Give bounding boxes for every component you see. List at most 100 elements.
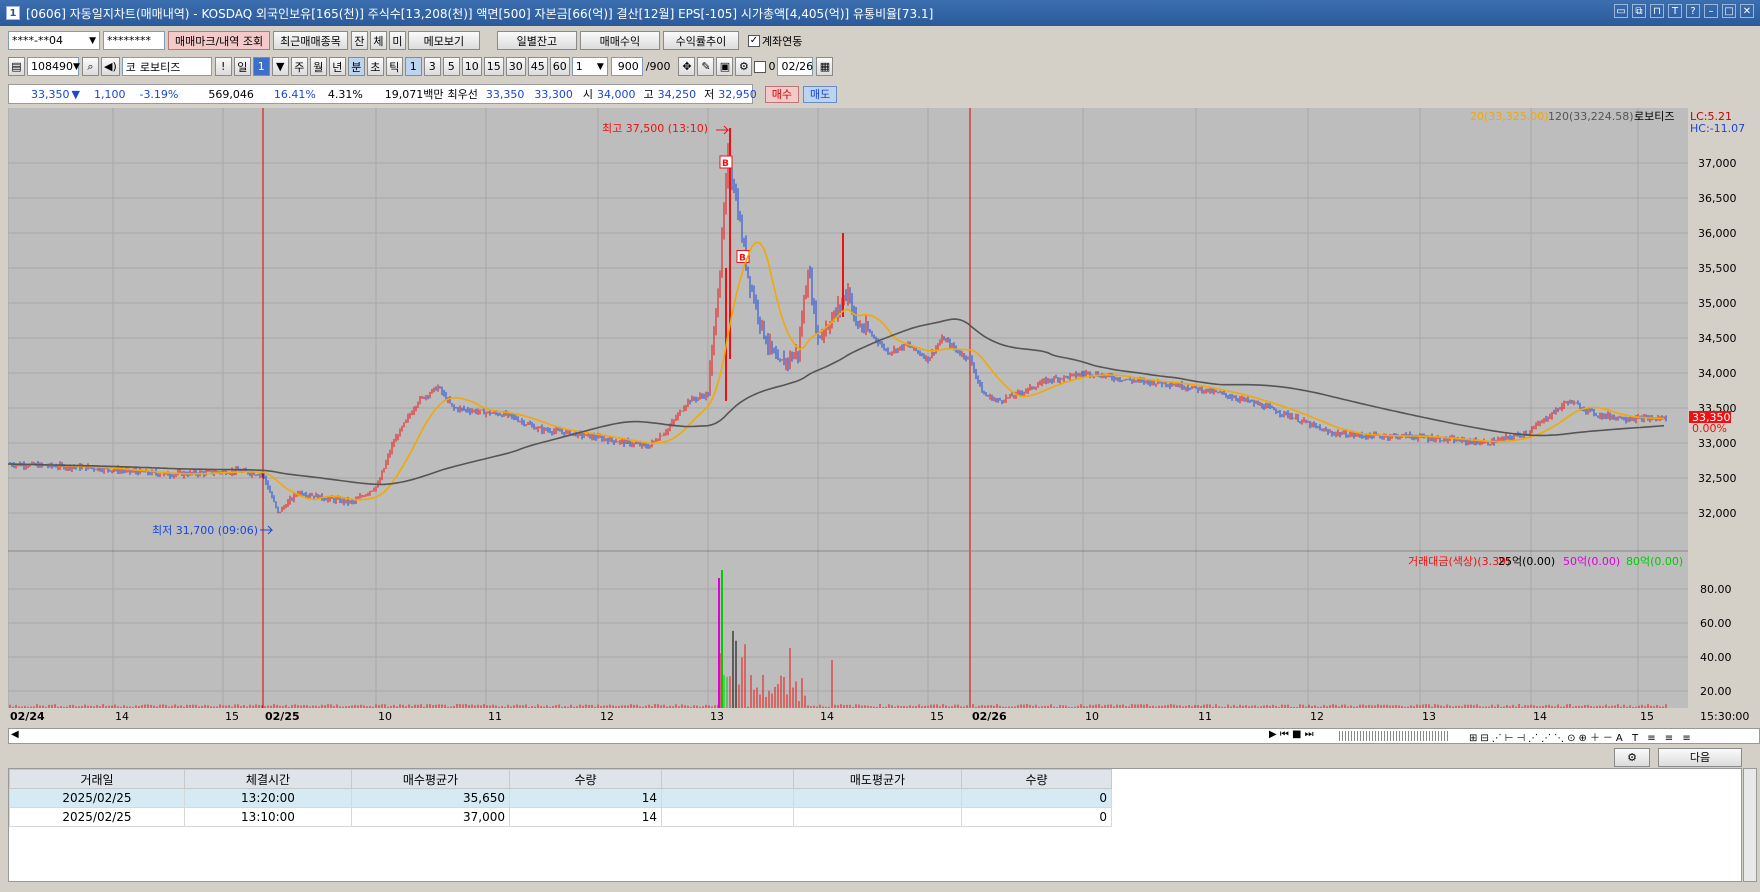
table-scrollbar[interactable] (1743, 768, 1757, 882)
table-header[interactable] (661, 769, 794, 789)
table-header[interactable]: 체결시간 (184, 769, 352, 789)
minute-10-button[interactable]: 10 (461, 57, 482, 76)
profit-rate-button[interactable]: 수익률추이 (662, 31, 739, 50)
crosshair-icon[interactable]: ✥ (678, 57, 696, 76)
gear-icon[interactable]: ⚙ (735, 57, 753, 76)
table-cell (661, 788, 794, 808)
rate2: 4.31% (327, 87, 363, 101)
draw-icon[interactable]: ✎ (697, 57, 715, 76)
turnover-rate: 16.41% (273, 87, 316, 101)
best-bid: 33,300 (534, 87, 573, 101)
minute-15-button[interactable]: 15 (483, 57, 504, 76)
change-rate: -3.19% (139, 87, 179, 101)
open-label: 시 (582, 88, 594, 101)
minute-30-button[interactable]: 30 (505, 57, 526, 76)
toolbar-chart: ▤ 108490 ▼ ⌕ ◀) 코 로보티즈 ! 일 1 ▼ 주 월 년 분 초 틱… (0, 57, 1760, 76)
chart-area[interactable]: BB 37,000 36,500 36,000 35,500 35,000 34,500 3… (7, 108, 1760, 725)
table-cell: 13:10:00 (184, 807, 352, 827)
period-second-button[interactable]: 초 (366, 57, 384, 76)
bar-count-total: /900 (645, 60, 671, 73)
current-price: 33,350 (31, 87, 70, 101)
price-tick: 33,000 (1698, 437, 1737, 450)
minute-3-button[interactable]: 3 (423, 57, 441, 76)
table-header[interactable]: 매수평균가 (351, 769, 510, 789)
time-label: 11 (488, 710, 502, 723)
executed-button[interactable]: 체 (369, 31, 387, 50)
minute-45-button[interactable]: 45 (527, 57, 548, 76)
close-icon[interactable]: ✕ (1740, 4, 1754, 18)
search-icon[interactable]: ⌕ (82, 57, 99, 76)
bar-count-input[interactable]: 900 (610, 57, 643, 76)
table-row[interactable]: 2025/02/25 13:20:00 35,650 14 0 (9, 788, 1112, 808)
table-header[interactable]: 거래일 (9, 769, 185, 789)
stock-code-input[interactable]: 108490 ▼ (27, 57, 80, 76)
scroll-handle[interactable] (1339, 731, 1449, 741)
sell-button[interactable]: 매도 (803, 85, 838, 103)
layout-icon[interactable]: ▤ (8, 57, 25, 76)
low-label: 저 (704, 88, 715, 101)
account-link-checkbox[interactable]: ✓ 계좌연동 (747, 33, 802, 49)
table-cell (661, 807, 794, 827)
chevron-down-icon: ▼ (596, 61, 604, 72)
restore-icon[interactable]: ▭ (1614, 4, 1628, 18)
mark-query-button[interactable]: 매매마크/내역 조회 (168, 31, 271, 50)
memo-button[interactable]: 메모보기 (407, 31, 480, 50)
trade-profit-button[interactable]: 매매수익 (579, 31, 660, 50)
chart-scrollbar[interactable]: ◀ ▶ ⏮ ■ ⏭ ⊞⊟⋰⊢⊣⋰⋰⋱⊙⊕＋－A T ≡ ≡ ≡ (8, 728, 1760, 744)
date-checkbox[interactable]: 0 (754, 60, 775, 73)
price-tick: 36,000 (1698, 227, 1737, 240)
speaker-icon[interactable]: ◀) (101, 57, 120, 76)
maximize-icon[interactable]: □ (1722, 4, 1736, 18)
daily-balance-button[interactable]: 일별잔고 (496, 31, 577, 50)
date-input[interactable]: 02/26 (777, 57, 814, 76)
minute-60-button[interactable]: 60 (549, 57, 570, 76)
recent-trades-button[interactable]: 최근매매종목 (273, 31, 348, 50)
balance-button[interactable]: 잔 (350, 31, 368, 50)
chevron-down-icon: ▼ (73, 61, 80, 72)
count-select[interactable]: 1 ▼ (571, 57, 608, 76)
minute-5-button[interactable]: 5 (442, 57, 460, 76)
table-cell: 37,000 (351, 807, 510, 827)
price-tick: 32,500 (1698, 472, 1737, 485)
help-icon[interactable]: ? (1686, 4, 1700, 18)
drawing-tools-icons[interactable]: ⊞⊟⋰⊢⊣⋰⋰⋱⊙⊕＋－A T ≡ ≡ ≡ (1469, 729, 1694, 744)
period-value-select[interactable]: 1 (252, 57, 270, 76)
table-row[interactable]: 2025/02/25 13:10:00 37,000 14 0 (9, 807, 1112, 827)
minute-1-button[interactable]: 1 (404, 57, 422, 76)
buy-marker-label: B (722, 159, 729, 169)
high-marker-label: 최고 37,500 (13:10) (602, 122, 708, 135)
calendar-icon[interactable]: ▦ (816, 57, 834, 76)
text-icon[interactable]: T (1668, 4, 1682, 18)
volume-panel (8, 552, 1688, 708)
period-minute-button[interactable]: 분 (347, 57, 365, 76)
password-field[interactable]: ******** (103, 31, 165, 50)
period-day-button[interactable]: 일 (233, 57, 251, 76)
table-cell: 14 (509, 788, 662, 808)
period-year-button[interactable]: 년 (328, 57, 346, 76)
scroll-left-icon[interactable]: ◀ (11, 729, 19, 740)
account-select[interactable]: ****-**04 ▼ (8, 31, 100, 50)
vol-tick: 20.00 (1700, 685, 1732, 698)
period-month-button[interactable]: 월 (309, 57, 327, 76)
period-tick-button[interactable]: 틱 (385, 57, 403, 76)
tile-icon[interactable]: ⧉ (1632, 4, 1646, 18)
unfilled-button[interactable]: 미 (388, 31, 406, 50)
next-button[interactable]: 다음 (1658, 747, 1742, 767)
alert-button[interactable]: ! (214, 57, 232, 76)
table-header[interactable]: 수량 (961, 769, 1112, 789)
down-arrow-icon: ▼ (71, 87, 80, 101)
pin-icon[interactable]: ⊓ (1650, 4, 1664, 18)
save-icon[interactable]: ▣ (716, 57, 734, 76)
table-header[interactable]: 매도평균가 (793, 769, 962, 789)
table-header[interactable]: 수량 (509, 769, 662, 789)
buy-button[interactable]: 매수 (764, 85, 800, 103)
chevron-down-icon: ▼ (89, 35, 96, 46)
settings-icon[interactable]: ⚙ (1614, 747, 1650, 767)
intraday-chart[interactable]: BB 37,00036,50036,00035,50035,00034,5003… (7, 108, 1760, 725)
minimize-icon[interactable]: – (1704, 4, 1718, 18)
best-ask: 33,350 (485, 87, 525, 101)
chevron-down-icon[interactable]: ▼ (271, 57, 289, 76)
time-label: 12 (1310, 710, 1324, 723)
play-icon[interactable]: ▶ ⏮ ■ ⏭ (1269, 729, 1314, 740)
period-week-button[interactable]: 주 (290, 57, 308, 76)
